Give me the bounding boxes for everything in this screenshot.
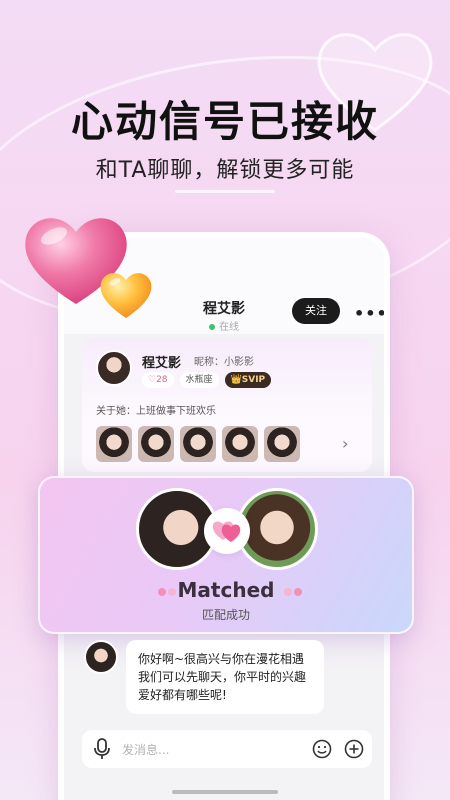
profile-about: 关于她：上班做事下班欢乐 — [96, 406, 216, 417]
profile-nickname: 昵称：小影影 — [194, 357, 254, 368]
subheadline: 和TA聊聊，解锁更多可能 — [95, 158, 355, 183]
matched-card: Matched 匹配成功 — [38, 476, 414, 634]
online-dot-icon — [209, 324, 215, 330]
avatar[interactable] — [84, 640, 118, 674]
likes-badge: ♡28 — [142, 372, 174, 388]
subheadline-underline — [175, 190, 275, 193]
chevron-right-icon[interactable]: › — [342, 434, 348, 453]
match-heart-badge — [204, 508, 250, 554]
follow-button[interactable]: 关注 — [292, 298, 340, 324]
photo-thumbnail[interactable] — [138, 426, 174, 462]
avatar[interactable] — [96, 350, 132, 386]
home-indicator — [172, 790, 278, 794]
photo-strip — [96, 426, 300, 462]
photo-thumbnail[interactable] — [180, 426, 216, 462]
orange-heart-icon — [100, 273, 152, 318]
zodiac-badge: 水瓶座 — [179, 372, 219, 388]
microphone-icon[interactable] — [92, 738, 112, 760]
more-options-icon[interactable]: ••• — [354, 304, 384, 323]
online-status-text: 在线 — [219, 322, 239, 333]
double-heart-icon — [212, 521, 241, 542]
profile-tags: ♡28 水瓶座 👑SVIP — [142, 372, 272, 388]
message-bubble: 你好啊~很高兴与你在漫花相遇我们可以先聊天，你平时的兴趣爱好都有哪些呢! — [126, 640, 324, 714]
message-input-bar: 发消息... — [82, 730, 372, 768]
matched-title: Matched — [177, 578, 275, 602]
profile-card[interactable]: 程艾影 昵称：小影影 ♡28 水瓶座 👑SVIP 关于她：上班做事下班欢乐 › — [82, 338, 372, 472]
matched-subtitle: 匹配成功 — [201, 608, 250, 622]
photo-thumbnail[interactable] — [264, 426, 300, 462]
plus-icon[interactable] — [344, 739, 364, 759]
profile-name: 程艾影 — [142, 356, 182, 371]
photo-thumbnail[interactable] — [222, 426, 258, 462]
emoji-icon[interactable] — [312, 739, 332, 759]
photo-thumbnail[interactable] — [96, 426, 132, 462]
headline: 心动信号已接收 — [70, 97, 379, 146]
message-input[interactable]: 发消息... — [122, 741, 169, 758]
svip-badge: 👑SVIP — [224, 372, 272, 388]
